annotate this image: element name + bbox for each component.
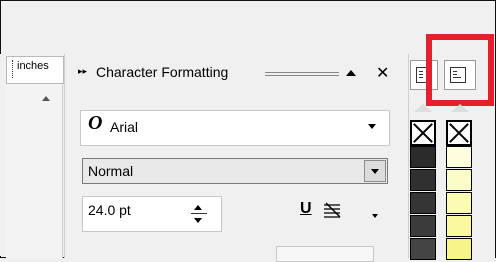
spin-down-icon[interactable] xyxy=(194,218,202,223)
docker-collapse-icon[interactable] xyxy=(346,70,356,76)
dark-color-palette xyxy=(410,120,436,260)
no-color-swatch[interactable] xyxy=(446,120,472,146)
color-swatch[interactable] xyxy=(410,192,436,214)
chevron-down-icon[interactable] xyxy=(372,214,378,218)
color-swatch[interactable] xyxy=(410,146,436,168)
docker-grip[interactable] xyxy=(265,72,339,76)
font-size-value: 24.0 pt xyxy=(88,202,131,218)
vertical-ruler xyxy=(6,82,63,258)
strikethrough-icon[interactable] xyxy=(322,202,342,218)
color-swatch[interactable] xyxy=(410,238,436,260)
ruler-unit-tab[interactable]: inches xyxy=(6,56,64,84)
palette-scroll-up-icon[interactable] xyxy=(451,104,469,112)
docker-close-icon[interactable]: ✕ xyxy=(376,63,389,83)
highlight-box xyxy=(426,34,494,106)
docker-expand-icon[interactable]: ▸▸ xyxy=(78,66,87,77)
underline-icon[interactable]: U xyxy=(300,200,312,218)
color-swatch[interactable] xyxy=(410,169,436,191)
ruler-unit-label: inches xyxy=(17,60,49,72)
font-name: Arial xyxy=(110,119,139,135)
chevron-down-icon[interactable] xyxy=(368,124,376,129)
color-swatch[interactable] xyxy=(446,238,472,260)
color-swatch[interactable] xyxy=(446,215,472,237)
chevron-down-icon xyxy=(371,169,379,174)
color-swatch[interactable] xyxy=(446,169,472,191)
no-color-swatch[interactable] xyxy=(410,120,436,146)
opentype-o-icon: O xyxy=(88,112,103,134)
style-dropdown-button[interactable] xyxy=(364,160,386,182)
docker-title: Character Formatting xyxy=(96,64,229,80)
font-style-value: Normal xyxy=(88,163,134,179)
partial-control[interactable] xyxy=(276,246,374,262)
light-color-palette xyxy=(446,120,472,260)
color-swatch[interactable] xyxy=(410,215,436,237)
ruler-ticks xyxy=(12,60,15,78)
palette-scroll-up-icon[interactable] xyxy=(414,104,432,112)
color-swatch[interactable] xyxy=(446,192,472,214)
spin-up-icon[interactable] xyxy=(194,205,202,210)
color-swatch[interactable] xyxy=(446,146,472,168)
spin-divider xyxy=(191,213,207,214)
scroll-up-icon[interactable] xyxy=(42,96,50,101)
